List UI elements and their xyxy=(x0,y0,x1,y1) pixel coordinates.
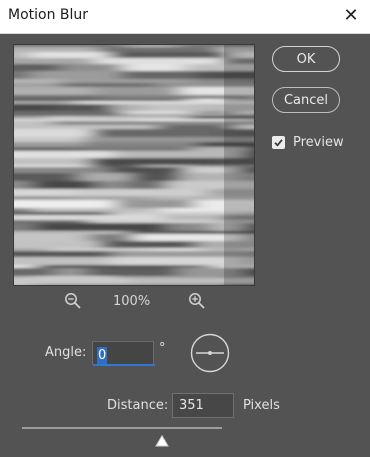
cancel-button[interactable]: Cancel xyxy=(272,87,340,113)
angle-input[interactable]: 0 xyxy=(92,341,155,366)
motion-blur-dialog: Motion Blur ✕ 100% OK Cancel Preview Ang… xyxy=(0,0,370,457)
zoom-in-icon[interactable] xyxy=(188,292,206,310)
distance-units: Pixels xyxy=(243,398,280,413)
degree-unit: ° xyxy=(159,341,166,356)
focus-underline xyxy=(93,364,155,366)
distance-slider-thumb[interactable] xyxy=(155,432,169,447)
zoom-controls: 100% xyxy=(0,290,270,314)
ok-button[interactable]: OK xyxy=(272,46,340,72)
checkmark-icon xyxy=(274,139,283,147)
distance-input[interactable]: 351 xyxy=(172,393,234,418)
close-icon[interactable]: ✕ xyxy=(340,5,362,27)
angle-value: 0 xyxy=(97,347,108,364)
blurred-preview-graphic xyxy=(14,45,254,285)
dialog-title: Motion Blur xyxy=(8,7,89,23)
zoom-level: 100% xyxy=(113,294,151,309)
angle-label: Angle: xyxy=(45,345,87,360)
angle-dial-icon[interactable] xyxy=(190,333,230,373)
distance-label: Distance: xyxy=(107,398,169,413)
zoom-out-icon[interactable] xyxy=(64,292,82,310)
title-bar: Motion Blur ✕ xyxy=(0,0,370,34)
distance-slider-track[interactable] xyxy=(22,427,222,429)
preview-checkbox[interactable] xyxy=(272,136,285,149)
preview-image[interactable] xyxy=(13,44,255,286)
preview-label: Preview xyxy=(293,135,344,150)
